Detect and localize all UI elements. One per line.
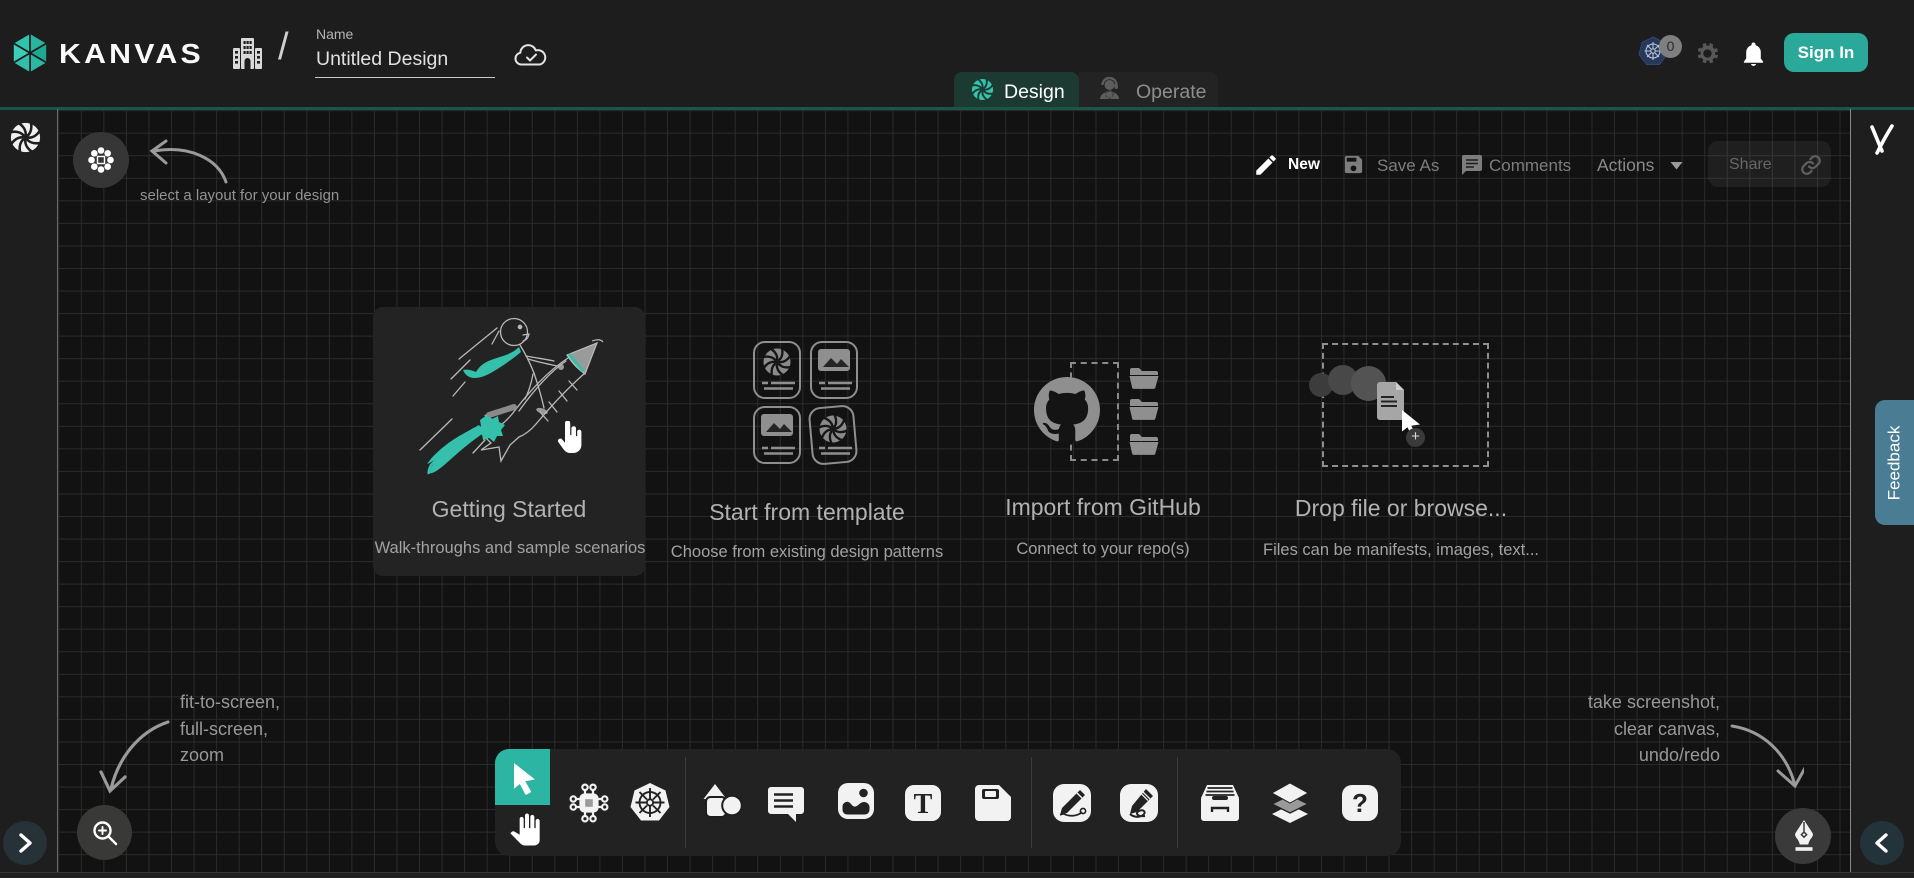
svg-text:T: T	[914, 789, 933, 820]
svg-text:?: ?	[1352, 788, 1368, 818]
